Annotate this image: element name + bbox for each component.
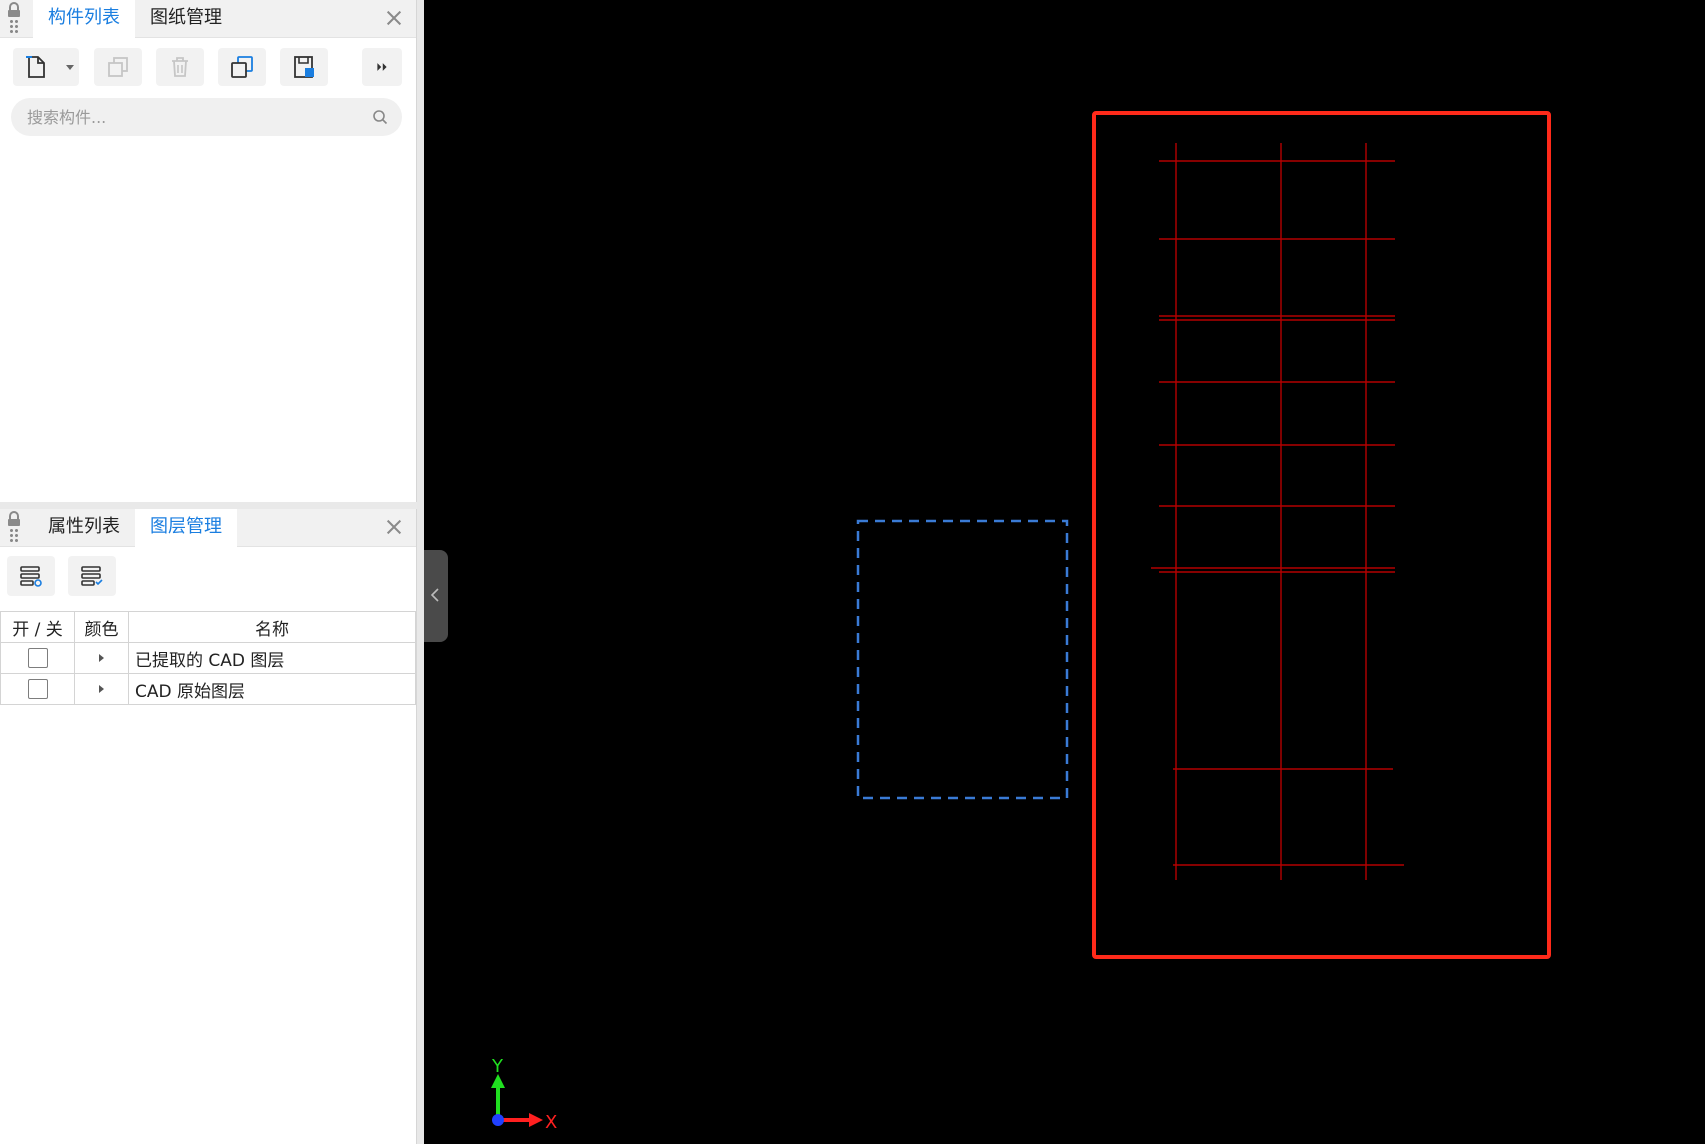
component-panel-tabbar: 构件列表 图纸管理 (0, 0, 416, 39)
copy-component-button[interactable] (94, 48, 142, 86)
cad-canvas[interactable]: Y X (424, 0, 1705, 1144)
delete-component-button[interactable] (156, 48, 204, 86)
table-row[interactable]: 已提取的 CAD 图层 (0, 642, 416, 674)
chevron-down-icon[interactable] (66, 65, 74, 70)
layer-settings-icon (81, 566, 103, 586)
tab-component-list[interactable]: 构件列表 (33, 0, 135, 39)
expand-arrow-icon[interactable] (99, 654, 104, 662)
double-chevron-right-icon (377, 63, 387, 71)
duplicate-component-button[interactable] (218, 48, 266, 86)
dashed-selection-box[interactable] (856, 519, 1069, 800)
tab-layer-management[interactable]: 图层管理 (135, 509, 237, 548)
table-row[interactable]: CAD 原始图层 (0, 673, 416, 705)
layer-table-header: 开 / 关 颜色 名称 (0, 611, 416, 643)
layer-settings-button[interactable] (68, 556, 116, 596)
layer-table: 开 / 关 颜色 名称 已提取的 CAD 图层 CAD 原始图层 (0, 611, 416, 705)
layer-name: 已提取的 CAD 图层 (128, 642, 416, 674)
chevron-left-icon (430, 588, 439, 602)
component-toolbar (0, 38, 416, 94)
panel-grip-lock-icon[interactable] (6, 2, 22, 36)
expand-arrow-icon[interactable] (99, 685, 104, 693)
copy-icon (108, 57, 128, 77)
save-component-button[interactable] (280, 48, 328, 86)
header-name[interactable]: 名称 (128, 611, 416, 643)
close-icon[interactable] (384, 8, 404, 28)
layer-visibility-checkbox[interactable] (27, 679, 48, 699)
close-icon[interactable] (384, 517, 404, 537)
panel-grip-lock-icon[interactable] (6, 511, 22, 545)
y-axis-label: Y (491, 1056, 504, 1077)
layer-show-button[interactable] (7, 556, 55, 596)
layer-visibility-checkbox[interactable] (27, 648, 48, 668)
trash-icon (172, 57, 188, 77)
panel-divider[interactable] (0, 502, 417, 509)
header-color[interactable]: 颜色 (74, 611, 129, 643)
duplicate-icon (231, 56, 253, 78)
layer-name: CAD 原始图层 (128, 673, 416, 705)
cad-drawing: Y X (491, 111, 1551, 1133)
search-icon[interactable] (372, 109, 388, 125)
header-on-off[interactable]: 开 / 关 (0, 611, 75, 643)
component-search-input[interactable] (27, 98, 357, 136)
axis-indicator: Y X (491, 1056, 557, 1133)
new-component-button[interactable] (13, 48, 79, 86)
new-file-icon (26, 56, 45, 78)
x-axis-label: X (545, 1112, 557, 1133)
component-list-panel: 构件列表 图纸管理 (0, 0, 417, 502)
tab-drawing-management[interactable]: 图纸管理 (135, 0, 237, 38)
component-search-box (11, 98, 402, 136)
app-window: 构件列表 图纸管理 搜索构件... 属性列表 图层管理 开 / 关 颜色 名称 … (0, 0, 1705, 1144)
collapse-panel-button[interactable] (424, 550, 448, 642)
drawing-grid (1151, 143, 1404, 880)
panel-splitter[interactable] (417, 0, 424, 1144)
more-tools-button[interactable] (362, 48, 402, 86)
layer-toolbar (0, 547, 416, 605)
layer-panel-tabbar: 属性列表 图层管理 (0, 509, 416, 548)
tab-property-list[interactable]: 属性列表 (33, 509, 135, 547)
layer-management-panel: 属性列表 图层管理 (0, 509, 417, 1144)
save-layer-icon (294, 56, 314, 78)
layer-show-icon (20, 566, 42, 587)
